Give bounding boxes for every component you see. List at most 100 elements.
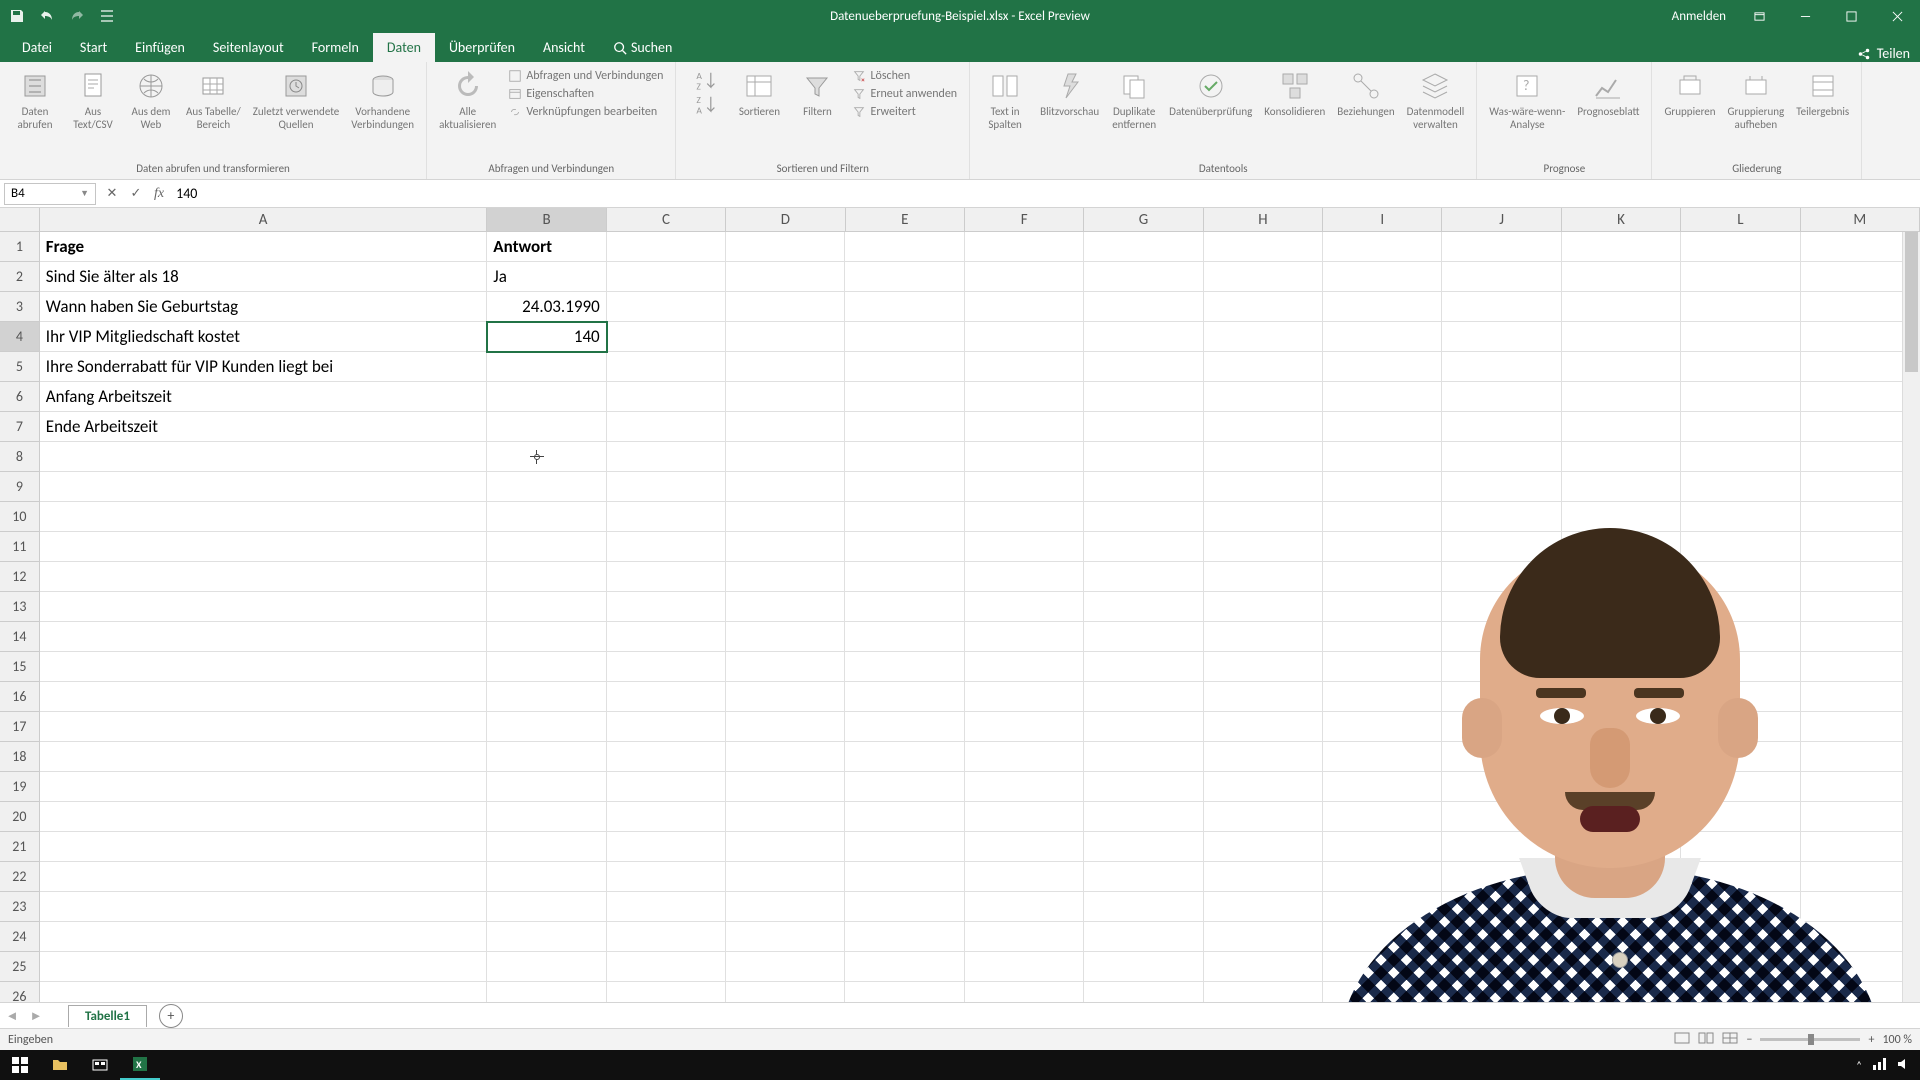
cell-C10[interactable]	[607, 502, 726, 532]
cell-I9[interactable]	[1323, 472, 1442, 502]
cell-E19[interactable]	[845, 772, 964, 802]
cell-F20[interactable]	[965, 802, 1084, 832]
cell-C19[interactable]	[607, 772, 726, 802]
from-table-button[interactable]: Aus Tabelle/ Bereich	[182, 66, 245, 133]
cell-K17[interactable]	[1562, 712, 1681, 742]
column-header-E[interactable]: E	[846, 208, 965, 231]
cell-A23[interactable]	[40, 892, 488, 922]
cell-L19[interactable]	[1681, 772, 1800, 802]
cell-E12[interactable]	[845, 562, 964, 592]
cell-J2[interactable]	[1442, 262, 1561, 292]
cell-I24[interactable]	[1323, 922, 1442, 952]
cell-A5[interactable]: Ihre Sonderrabatt für VIP Kunden liegt b…	[40, 352, 488, 382]
row-header-20[interactable]: 20	[0, 802, 40, 832]
cell-A22[interactable]	[40, 862, 488, 892]
cell-G11[interactable]	[1084, 532, 1203, 562]
cell-I11[interactable]	[1323, 532, 1442, 562]
row-header-22[interactable]: 22	[0, 862, 40, 892]
cell-A16[interactable]	[40, 682, 488, 712]
cell-C17[interactable]	[607, 712, 726, 742]
cell-E6[interactable]	[845, 382, 964, 412]
column-header-I[interactable]: I	[1323, 208, 1442, 231]
cell-B3[interactable]: 24.03.1990	[487, 292, 606, 322]
cell-I6[interactable]	[1323, 382, 1442, 412]
cell-F6[interactable]	[965, 382, 1084, 412]
cell-B9[interactable]	[487, 472, 606, 502]
cell-K9[interactable]	[1562, 472, 1681, 502]
cell-J8[interactable]	[1442, 442, 1561, 472]
cell-J5[interactable]	[1442, 352, 1561, 382]
cell-F5[interactable]	[965, 352, 1084, 382]
cell-E14[interactable]	[845, 622, 964, 652]
cell-D5[interactable]	[726, 352, 845, 382]
cell-A20[interactable]	[40, 802, 488, 832]
cell-J7[interactable]	[1442, 412, 1561, 442]
cell-C12[interactable]	[607, 562, 726, 592]
cell-H16[interactable]	[1204, 682, 1323, 712]
reapply-button[interactable]: Erneut anwenden	[850, 86, 959, 102]
row-header-13[interactable]: 13	[0, 592, 40, 622]
cell-A21[interactable]	[40, 832, 488, 862]
cell-L14[interactable]	[1681, 622, 1800, 652]
cell-F19[interactable]	[965, 772, 1084, 802]
row-header-14[interactable]: 14	[0, 622, 40, 652]
cell-D11[interactable]	[726, 532, 845, 562]
forecast-button[interactable]: Prognoseblatt	[1573, 66, 1643, 121]
tab-einfuegen[interactable]: Einfügen	[121, 33, 199, 62]
cell-L15[interactable]	[1681, 652, 1800, 682]
sort-button[interactable]: Sortieren	[732, 66, 786, 121]
cell-F3[interactable]	[965, 292, 1084, 322]
cell-D19[interactable]	[726, 772, 845, 802]
cell-G4[interactable]	[1084, 322, 1203, 352]
tab-start[interactable]: Start	[66, 33, 121, 62]
cell-L2[interactable]	[1681, 262, 1800, 292]
cell-H11[interactable]	[1204, 532, 1323, 562]
cell-K8[interactable]	[1562, 442, 1681, 472]
cell-E24[interactable]	[845, 922, 964, 952]
cell-A7[interactable]: Ende Arbeitszeit	[40, 412, 488, 442]
cell-D22[interactable]	[726, 862, 845, 892]
cell-B11[interactable]	[487, 532, 606, 562]
cell-F21[interactable]	[965, 832, 1084, 862]
cell-E21[interactable]	[845, 832, 964, 862]
cell-L5[interactable]	[1681, 352, 1800, 382]
cell-J4[interactable]	[1442, 322, 1561, 352]
cell-I25[interactable]	[1323, 952, 1442, 982]
cell-F24[interactable]	[965, 922, 1084, 952]
cell-J17[interactable]	[1442, 712, 1561, 742]
cell-H10[interactable]	[1204, 502, 1323, 532]
cell-I21[interactable]	[1323, 832, 1442, 862]
cell-J11[interactable]	[1442, 532, 1561, 562]
tab-daten[interactable]: Daten	[373, 33, 435, 62]
cell-H5[interactable]	[1204, 352, 1323, 382]
tab-ueberpruefen[interactable]: Überprüfen	[435, 33, 529, 62]
tab-ansicht[interactable]: Ansicht	[529, 33, 599, 62]
cell-L8[interactable]	[1681, 442, 1800, 472]
cell-A11[interactable]	[40, 532, 488, 562]
cell-F16[interactable]	[965, 682, 1084, 712]
cell-L21[interactable]	[1681, 832, 1800, 862]
cell-I16[interactable]	[1323, 682, 1442, 712]
advanced-filter-button[interactable]: Erweitert	[850, 104, 959, 120]
cell-H14[interactable]	[1204, 622, 1323, 652]
cell-C26[interactable]	[607, 982, 726, 1002]
cell-L16[interactable]	[1681, 682, 1800, 712]
cell-D16[interactable]	[726, 682, 845, 712]
cell-H22[interactable]	[1204, 862, 1323, 892]
row-header-21[interactable]: 21	[0, 832, 40, 862]
cell-C23[interactable]	[607, 892, 726, 922]
cell-D1[interactable]	[726, 232, 845, 262]
cell-C25[interactable]	[607, 952, 726, 982]
cell-I17[interactable]	[1323, 712, 1442, 742]
zoom-in-button[interactable]: +	[1868, 1033, 1874, 1047]
sheet-nav-prev-icon[interactable]: ◄	[0, 1008, 24, 1024]
cell-A2[interactable]: Sind Sie älter als 18	[40, 262, 488, 292]
view-pagebreak-icon[interactable]	[1722, 1032, 1738, 1048]
cell-B4[interactable]: 140	[487, 322, 606, 352]
cell-G16[interactable]	[1084, 682, 1203, 712]
cell-I18[interactable]	[1323, 742, 1442, 772]
row-header-19[interactable]: 19	[0, 772, 40, 802]
cell-G20[interactable]	[1084, 802, 1203, 832]
cell-I15[interactable]	[1323, 652, 1442, 682]
cell-E2[interactable]	[845, 262, 964, 292]
